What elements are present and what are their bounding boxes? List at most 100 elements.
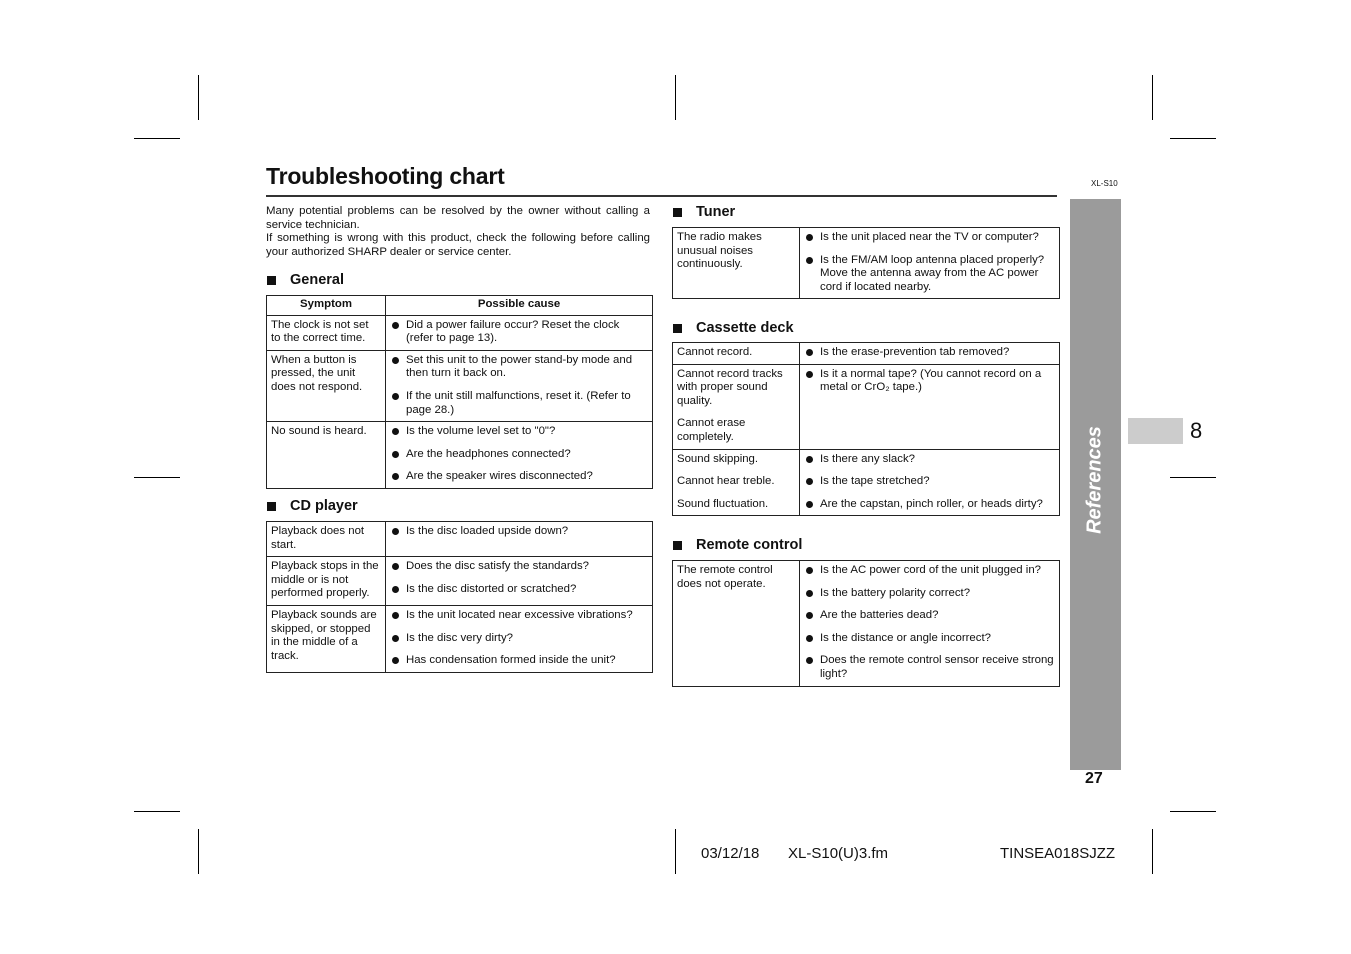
cause-text: Are the speaker wires disconnected? [406, 470, 593, 483]
cause-item: Does the remote control sensor receive s… [804, 654, 1055, 681]
section-heading-tuner: Tuner [672, 204, 735, 220]
footer-date: 03/12/18 [701, 845, 760, 862]
cause-item: Does the disc satisfy the standards? [390, 560, 648, 574]
symptom-cell: The remote control does not operate. [672, 560, 800, 687]
section-heading-cd-player: CD player [266, 498, 358, 514]
crop-mark [1152, 829, 1153, 874]
bullet-icon [806, 612, 813, 620]
bullet-icon [806, 567, 813, 574]
cause-text: Is the volume level set to "0"? [406, 425, 556, 438]
table-row: Playback sounds are skipped, or stopped … [266, 604, 653, 673]
cause-text: Is the disc distorted or scratched? [406, 582, 577, 595]
table-row: No sound is heard. Is the volume level se… [266, 421, 653, 489]
crop-mark [134, 477, 180, 478]
cause-list: Is it a normal tape? (You cannot record … [804, 368, 1055, 395]
cause-cell: Is there any slack? Is the tape stretched… [799, 448, 1060, 517]
cause-text: Is the unit placed near the TV or comput… [820, 231, 1039, 243]
cause-cell: Is the unit placed near the TV or comput… [799, 226, 1060, 300]
square-bullet-icon [267, 275, 276, 285]
cause-text: Is the battery polarity correct? [820, 586, 971, 599]
symptom-cell: Cannot record. [672, 342, 800, 365]
cause-text: Is the tape stretched? [820, 475, 930, 488]
cause-text: Is it a normal tape? (You cannot record … [820, 367, 1042, 394]
symptom-text: Playback sounds are skipped, or stopped … [271, 608, 377, 662]
cause-list: Is the erase-prevention tab removed? [804, 346, 1055, 360]
header-possible-cause: Possible cause [385, 295, 653, 316]
footer-filename: XL-S10(U)3.fm [788, 845, 889, 862]
page-number: 27 [1085, 770, 1103, 787]
cause-list: Is the AC power cord of the unit plugged… [804, 564, 1055, 682]
symptom-text: Cannot record tracks with proper sound q… [677, 367, 783, 407]
table-row: Sound skipping. Cannot hear treble. Sound … [672, 448, 1060, 517]
cause-text: Is the unit located near excessive vibra… [406, 608, 633, 621]
bullet-icon [806, 634, 813, 642]
section-heading-remote-control: Remote control [672, 537, 802, 553]
symptom-text: The remote control does not operate. [677, 564, 773, 590]
table-row: Playback stops in the middle or is not p… [266, 556, 653, 606]
cause-item: Is the erase-prevention tab removed? [804, 346, 1055, 360]
crop-mark [198, 75, 199, 120]
cause-item: Are the capstan, pinch roller, or heads … [804, 498, 1055, 512]
model-code: XL-S10 [1091, 179, 1118, 188]
cause-text: Did a power failure occur? Reset the clo… [406, 318, 620, 345]
cause-item: Are the batteries dead? [804, 609, 1055, 623]
symptom-text: Playback does not start. [271, 525, 365, 551]
cause-cell: Is the AC power cord of the unit plugged… [799, 560, 1060, 687]
cause-cell: Set this unit to the power stand-by mode… [385, 349, 653, 423]
cause-item: Set this unit to the power stand-by mode… [390, 354, 648, 381]
symptom-cell: No sound is heard. [266, 421, 386, 489]
crop-mark [1152, 75, 1153, 120]
bullet-icon [806, 256, 813, 264]
cause-item: Is there any slack? [804, 453, 1055, 467]
section-heading-text: CD player [290, 498, 358, 514]
cause-item: Is the volume level set to "0"? [390, 425, 648, 439]
cause-item: Are the headphones connected? [390, 448, 648, 462]
cause-list: Did a power failure occur? Reset the clo… [390, 319, 648, 346]
bullet-icon [392, 611, 399, 619]
bullet-icon [806, 455, 813, 463]
cause-item: Is the disc very dirty? [390, 632, 648, 646]
symptom-text: When a button is pressed, the unit does … [271, 353, 363, 393]
symptom-cell: The clock is not set to the correct time… [266, 314, 386, 351]
cause-text: Is the disc loaded upside down? [406, 525, 569, 537]
cause-list: Is there any slack? Is the tape stretched… [804, 453, 1055, 512]
table-row: Cannot record tracks with proper sound q… [672, 363, 1060, 450]
cause-text: Is the disc very dirty? [406, 631, 513, 644]
cause-item: Is the unit located near excessive vibra… [390, 609, 648, 623]
symptom-text: Cannot erase completely. [677, 417, 746, 443]
bullet-icon [392, 634, 399, 642]
cause-cell: Does the disc satisfy the standards? Is t… [385, 556, 653, 606]
intro-paragraph: If something is wrong with this product,… [266, 232, 650, 258]
remote-control-table: The remote control does not operate. Is t… [672, 560, 1060, 687]
cause-item: Is the AC power cord of the unit plugged… [804, 564, 1055, 578]
symptom-cell: Cannot record tracks with proper sound q… [672, 363, 800, 450]
cause-item: If the unit still malfunctions, reset it… [390, 390, 648, 417]
symptom-cell: The radio makes unusual noises continuou… [672, 226, 800, 300]
cause-cell: Is the unit located near excessive vibra… [385, 604, 653, 673]
crop-mark [1170, 138, 1216, 139]
cause-item: Is the FM/AM loop antenna placed properl… [804, 254, 1055, 295]
cause-text: Is the erase-prevention tab removed? [820, 346, 1010, 358]
bullet-icon [806, 589, 813, 597]
symptom-text: Sound skipping. [677, 452, 759, 465]
table-row: When a button is pressed, the unit does … [266, 349, 653, 423]
cause-list: Is the unit placed near the TV or comput… [804, 231, 1055, 294]
bullet-icon [806, 657, 813, 665]
section-heading-text: Cassette deck [696, 320, 794, 336]
cassette-deck-table: Cannot record. Is the erase-prevention ta… [672, 342, 1060, 517]
cause-item: Did a power failure occur? Reset the clo… [390, 319, 648, 346]
crop-mark [134, 138, 180, 139]
crop-mark [198, 829, 199, 874]
bullet-icon [392, 528, 399, 535]
cause-text: If the unit still malfunctions, reset it… [406, 389, 631, 416]
title-divider [266, 195, 1057, 197]
bullet-icon [392, 473, 399, 481]
symptom-cell: Playback sounds are skipped, or stopped … [266, 604, 386, 673]
bullet-icon [806, 478, 813, 486]
symptom-text: Cannot record. [677, 346, 753, 358]
table-row: Playback does not start. Is the disc load… [266, 520, 653, 558]
crop-mark [675, 75, 676, 120]
bullet-icon [806, 370, 813, 378]
cause-cell: Is the erase-prevention tab removed? [799, 342, 1060, 365]
cause-text: Are the batteries dead? [820, 609, 939, 622]
